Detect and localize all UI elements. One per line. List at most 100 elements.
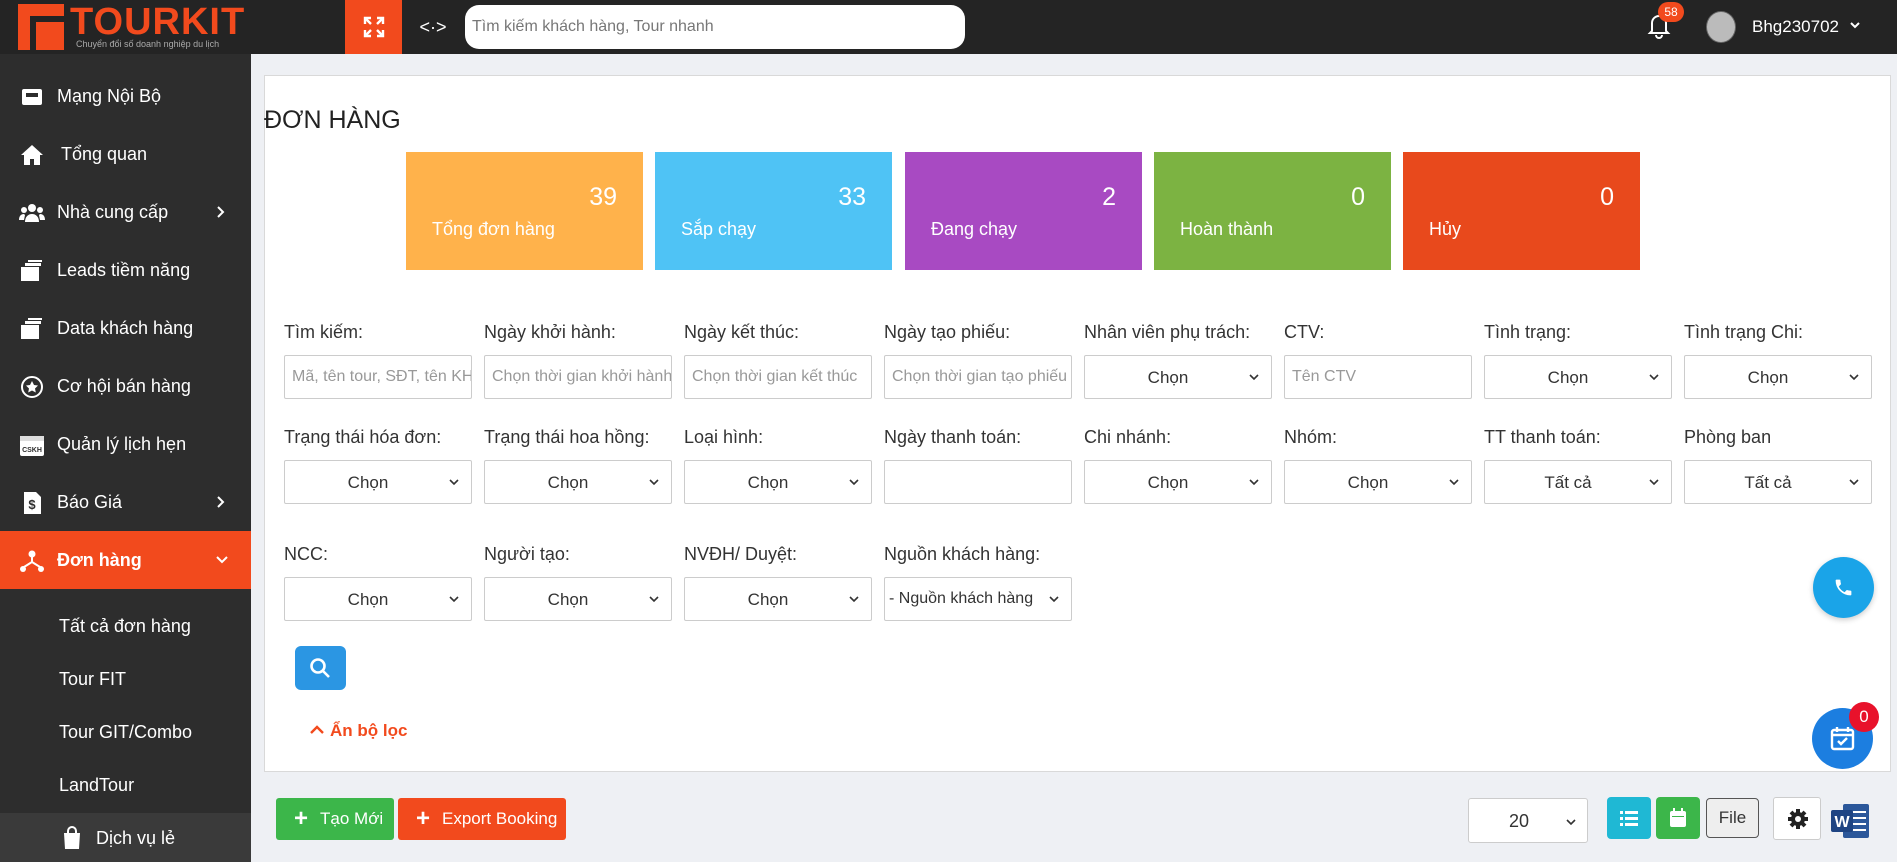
sidebar-item-orders[interactable]: Đơn hàng	[0, 531, 251, 589]
sidebar-item-internal-network[interactable]: Mạng Nội Bộ	[0, 67, 251, 125]
calendar-icon	[1670, 808, 1686, 827]
sidebar: Mạng Nội Bộ Tổng quan Nhà cung cấp Leads…	[0, 54, 251, 862]
hide-filter-link[interactable]: Ẩn bộ lọc	[309, 721, 407, 741]
call-button[interactable]	[1813, 557, 1874, 618]
sidebar-item-label: Đơn hàng	[57, 550, 142, 570]
sidebar-item-label: Báo Giá	[57, 492, 123, 512]
stat-value: 39	[589, 183, 617, 211]
filter-department-select[interactable]: Tất cả	[1684, 460, 1872, 504]
quick-search-input[interactable]	[465, 5, 965, 49]
stat-card-completed[interactable]: 0 Hoàn thành	[1154, 152, 1391, 270]
sidebar-item-leads[interactable]: Leads tiềm năng	[0, 241, 251, 299]
create-new-button[interactable]: + Tạo Mới	[276, 798, 394, 840]
filter-label-type: Loại hình:	[684, 427, 764, 447]
stat-value: 2	[1102, 183, 1116, 211]
sidebar-item-quotes[interactable]: $ Báo Giá	[0, 473, 251, 531]
filter-label-creator: Người tạo:	[484, 544, 570, 564]
filter-customer-source-select[interactable]: - Nguồn khách hàng	[884, 577, 1072, 621]
create-new-label: Tạo Mới	[320, 809, 384, 828]
sidebar-subitem-all-orders[interactable]: Tất cả đơn hàng	[0, 601, 251, 654]
filter-label-end-date: Ngày kết thúc:	[684, 322, 800, 342]
shopping-bag-icon	[64, 826, 80, 849]
sidebar-subitem-landtour[interactable]: LandTour	[0, 760, 251, 813]
select-value: Chọn	[347, 473, 389, 492]
filter-branch-select[interactable]: Chọn	[1084, 460, 1272, 504]
word-document-icon[interactable]: W	[1831, 802, 1871, 840]
calendar-view-button[interactable]	[1656, 797, 1700, 839]
sidebar-item-label: Quản lý lịch hẹn	[57, 434, 187, 454]
user-name[interactable]: Bhg230702	[1752, 17, 1839, 37]
stat-value: 0	[1351, 183, 1365, 211]
filter-staff-select[interactable]: Chọn	[1084, 355, 1272, 399]
select-value: Chọn	[747, 590, 789, 609]
filter-payment-status-select[interactable]: Tất cả	[1484, 460, 1672, 504]
sidebar-item-label: Cơ hội bán hàng	[57, 376, 191, 396]
file-button[interactable]: File	[1706, 798, 1759, 838]
select-value: Chọn	[747, 473, 789, 492]
stack-icon	[21, 318, 42, 339]
sidebar-subitem-retail-services[interactable]: Dịch vụ lẻ	[0, 813, 251, 862]
filter-group-select[interactable]: Chọn	[1284, 460, 1472, 504]
stat-label: Đang chạy	[931, 219, 1018, 239]
sidebar-item-overview[interactable]: Tổng quan	[0, 125, 251, 183]
select-value: - Nguồn khách hàng	[889, 590, 1034, 607]
chevron-down-icon	[649, 596, 659, 603]
sidebar-item-customer-data[interactable]: Data khách hàng	[0, 299, 251, 357]
sidebar-item-appointments[interactable]: CSKH Quản lý lịch hẹn	[0, 415, 251, 473]
filter-label-invoice-status: Trạng thái hóa đơn:	[284, 427, 442, 447]
stat-card-running[interactable]: 2 Đang chạy	[905, 152, 1142, 270]
sidebar-subitem-label: Tất cả đơn hàng	[59, 616, 191, 636]
filter-end-date-input[interactable]: Chọn thời gian kết thúc	[684, 355, 872, 399]
expand-button[interactable]	[345, 0, 402, 54]
calendar-cskh-icon: CSKH	[20, 436, 44, 456]
filter-status-select[interactable]: Chọn	[1484, 355, 1672, 399]
filter-creator-select[interactable]: Chọn	[484, 577, 672, 621]
stat-value: 33	[838, 183, 866, 211]
filter-label-supplier: NCC:	[284, 544, 328, 564]
stat-card-total-orders[interactable]: 39 Tổng đơn hàng	[406, 152, 643, 270]
sidebar-item-label: Mạng Nội Bộ	[57, 86, 162, 106]
sidebar-subitem-tour-fit[interactable]: Tour FIT	[0, 654, 251, 707]
filter-approver-select[interactable]: Chọn	[684, 577, 872, 621]
chevron-down-icon	[216, 556, 228, 564]
filter-expense-status-select[interactable]: Chọn	[1684, 355, 1872, 399]
filter-supplier-select[interactable]: Chọn	[284, 577, 472, 621]
filter-ctv-input[interactable]: Tên CTV	[1284, 355, 1472, 399]
filter-created-date-input[interactable]: Chọn thời gian tạo phiếu	[884, 355, 1072, 399]
chevron-down-icon[interactable]	[1849, 19, 1861, 31]
settings-button[interactable]	[1773, 797, 1821, 840]
sidebar-item-sales-opportunities[interactable]: Cơ hội bán hàng	[0, 357, 251, 415]
brand-tagline: Chuyển đổi số doanh nghiệp du lịch	[76, 39, 220, 49]
stat-card-upcoming[interactable]: 33 Sắp chạy	[655, 152, 892, 270]
chevron-down-icon	[649, 479, 659, 486]
plus-icon: +	[416, 805, 431, 832]
calendar-check-icon	[1830, 727, 1855, 751]
page-size-select[interactable]: 20	[1468, 798, 1588, 843]
filter-label-approver: NVĐH/ Duyệt:	[684, 544, 798, 564]
schedule-badge: 0	[1849, 702, 1879, 732]
export-booking-button[interactable]: + Export Booking	[398, 798, 566, 840]
stat-card-cancelled[interactable]: 0 Hủy	[1403, 152, 1640, 270]
sidebar-subitem-tour-git-combo[interactable]: Tour GIT/Combo	[0, 707, 251, 760]
filter-label-expense-status: Tình trạng Chi:	[1684, 322, 1804, 342]
filter-label-status: Tình trạng:	[1484, 322, 1572, 342]
filter-invoice-status-select[interactable]: Chọn	[284, 460, 472, 504]
sidebar-item-suppliers[interactable]: Nhà cung cấp	[0, 183, 251, 241]
filter-departure-date-input[interactable]: Chọn thời gian khởi hành	[484, 355, 672, 399]
sidebar-item-label: Data khách hàng	[57, 318, 194, 338]
search-button[interactable]	[295, 646, 346, 690]
export-booking-label: Export Booking	[442, 809, 558, 828]
page-size-value: 20	[1509, 811, 1530, 831]
filter-label-customer-source: Nguồn khách hàng:	[884, 544, 1041, 564]
filter-payment-date-input[interactable]	[884, 460, 1072, 504]
filter-label-branch: Chi nhánh:	[1084, 427, 1172, 447]
arrows-left-right-icon[interactable]: <·>	[418, 13, 448, 41]
filter-search-input[interactable]: Mã, tên tour, SĐT, tên KH	[284, 355, 472, 399]
filter-commission-status-select[interactable]: Chọn	[484, 460, 672, 504]
filter-type-select[interactable]: Chọn	[684, 460, 872, 504]
filter-label-staff: Nhân viên phụ trách:	[1084, 322, 1251, 342]
brand-logo[interactable]: TOURKIT Chuyển đổi số doanh nghiệp du lị…	[18, 1, 254, 50]
list-view-button[interactable]	[1607, 797, 1651, 839]
filter-label-commission-status: Trạng thái hoa hồng:	[484, 427, 650, 447]
avatar[interactable]	[1706, 11, 1736, 43]
